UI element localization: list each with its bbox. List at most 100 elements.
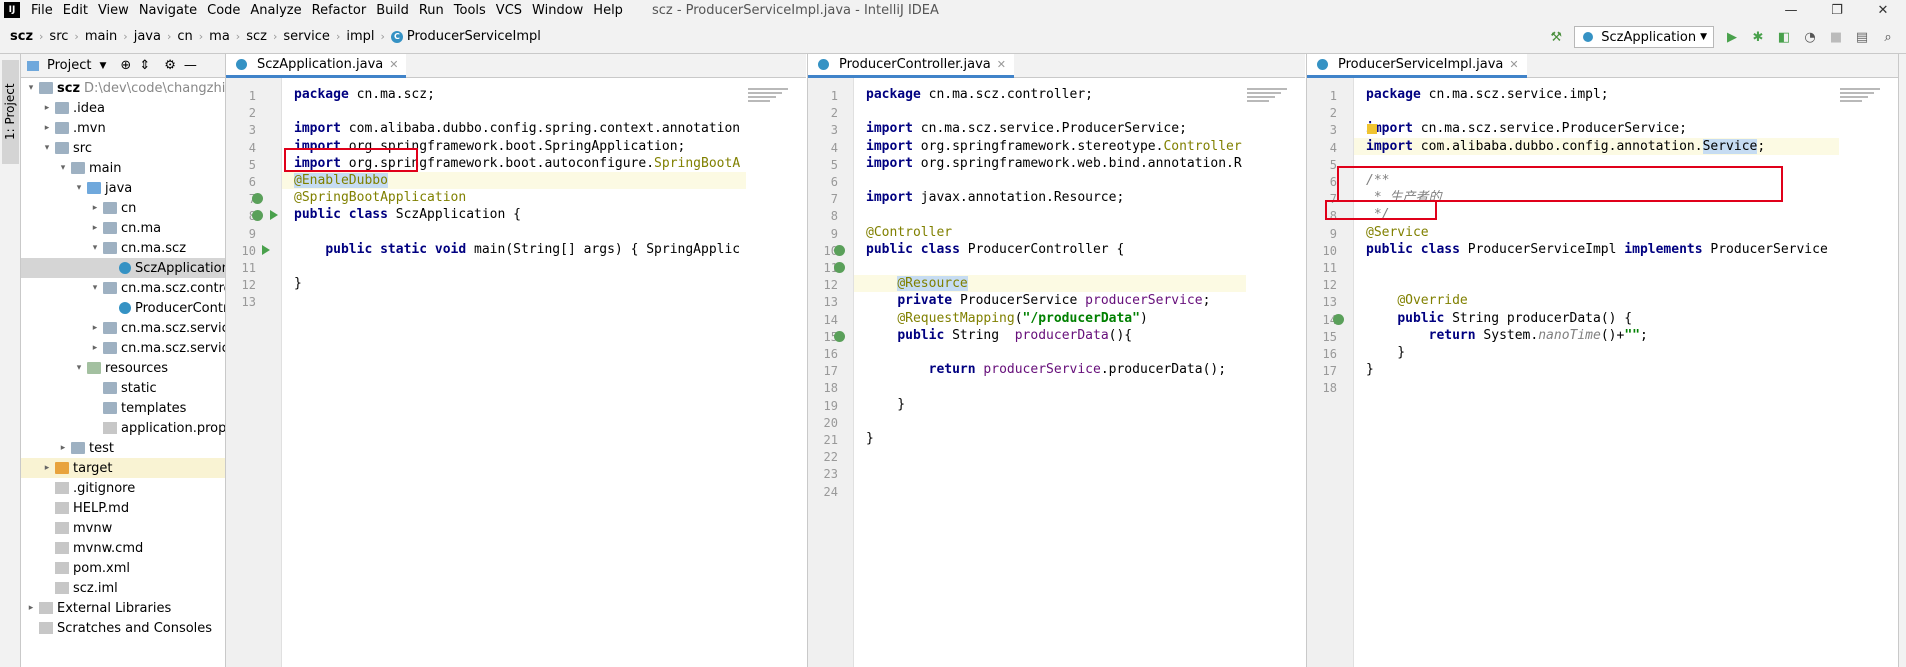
tree-item[interactable]: ▾ resources <box>21 358 225 378</box>
close-icon[interactable]: ✕ <box>389 58 398 71</box>
editor-producercontroller[interactable]: ProducerController.java ✕ 1 package cn.ma.s… <box>807 54 1305 667</box>
chevron-down-icon[interactable]: ▾ <box>73 363 85 373</box>
chevron-right-icon[interactable]: ▸ <box>89 323 101 333</box>
chevron-down-icon[interactable]: ▾ <box>89 283 101 293</box>
tree-item[interactable]: scz.iml <box>21 578 225 598</box>
run-gutter-icon[interactable] <box>262 244 270 255</box>
spring-bean-icon[interactable] <box>834 330 845 342</box>
menu-analyze[interactable]: Analyze <box>245 3 306 18</box>
menu-file[interactable]: File <box>26 3 58 18</box>
tree-item[interactable]: ▾ java <box>21 178 225 198</box>
menu-run[interactable]: Run <box>414 3 449 18</box>
menu-code[interactable]: Code <box>202 3 245 18</box>
project-structure-icon[interactable]: ▤ <box>1854 29 1870 45</box>
tree-item[interactable]: ▸ target <box>21 458 225 478</box>
breadcrumb-item[interactable]: service <box>283 29 330 44</box>
spring-bean-icon[interactable] <box>834 262 845 273</box>
chevron-right-icon[interactable]: ▸ <box>25 603 37 613</box>
tree-item[interactable]: mvnw.cmd <box>21 538 225 558</box>
chevron-down-icon[interactable]: ▾ <box>73 183 85 193</box>
breadcrumb-item[interactable]: ProducerServiceImpl <box>407 29 541 44</box>
editor-tab[interactable]: SczApplication.java ✕ <box>226 54 407 78</box>
stop-icon[interactable]: ■ <box>1828 29 1844 45</box>
tree-item[interactable]: ▸ .idea <box>21 98 225 118</box>
debug-icon[interactable]: ✱ <box>1750 29 1766 45</box>
build-hammer-icon[interactable]: ⚒ <box>1548 29 1564 45</box>
chevron-right-icon[interactable]: ▸ <box>57 443 69 453</box>
editor-tab[interactable]: ProducerController.java ✕ <box>808 54 1014 78</box>
tree-item[interactable]: pom.xml <box>21 558 225 578</box>
tree-item[interactable]: templates <box>21 398 225 418</box>
restore-icon[interactable]: ❐ <box>1814 3 1860 18</box>
breadcrumb-item[interactable]: impl <box>346 29 374 44</box>
hide-icon[interactable]: — <box>184 58 197 73</box>
tree-item[interactable]: ▸ cn.ma.scz.service <box>21 318 225 338</box>
tree-item[interactable]: SczApplication <box>21 258 225 278</box>
breadcrumb-item[interactable]: cn <box>177 29 192 44</box>
intention-bulb-icon[interactable] <box>1367 124 1377 135</box>
menu-build[interactable]: Build <box>371 3 414 18</box>
chevron-right-icon[interactable]: ▸ <box>89 203 101 213</box>
chevron-down-icon[interactable]: ▾ <box>89 243 101 253</box>
menu-tools[interactable]: Tools <box>449 3 491 18</box>
tree-item[interactable]: mvnw <box>21 518 225 538</box>
tree-item[interactable]: ▸ test <box>21 438 225 458</box>
run-configuration-select[interactable]: SczApplication ▼ <box>1574 26 1714 48</box>
tree-item[interactable]: ▸ cn.ma <box>21 218 225 238</box>
tree-item[interactable]: ▾ main <box>21 158 225 178</box>
profile-icon[interactable]: ◔ <box>1802 29 1818 45</box>
tree-item[interactable]: ProducerController <box>21 298 225 318</box>
run-gutter-icon[interactable] <box>270 210 278 221</box>
menu-vcs[interactable]: VCS <box>491 3 527 18</box>
chevron-right-icon[interactable]: ▸ <box>89 343 101 353</box>
run-icon[interactable]: ▶ <box>1724 29 1740 45</box>
tree-item[interactable]: ▸ External Libraries <box>21 598 225 618</box>
menu-edit[interactable]: Edit <box>58 3 93 18</box>
tree-item[interactable]: application.properties <box>21 418 225 438</box>
search-everywhere-icon[interactable]: ⌕ <box>1880 29 1896 45</box>
breadcrumb-item[interactable]: scz <box>246 29 267 44</box>
chevron-right-icon[interactable]: ▸ <box>89 223 101 233</box>
tree-item[interactable]: ▾ cn.ma.scz <box>21 238 225 258</box>
menu-view[interactable]: View <box>93 3 134 18</box>
chevron-down-icon[interactable]: ▾ <box>41 143 53 153</box>
tree-item[interactable]: ▾ cn.ma.scz.controller <box>21 278 225 298</box>
close-icon[interactable]: ✕ <box>997 58 1006 71</box>
tree-item[interactable]: ▸ cn.ma.scz.service.impl <box>21 338 225 358</box>
tree-item[interactable]: ▾ src <box>21 138 225 158</box>
gear-icon[interactable]: ⚙ <box>164 58 176 73</box>
editor-tab[interactable]: ProducerServiceImpl.java ✕ <box>1307 54 1527 78</box>
tree-item[interactable]: .gitignore <box>21 478 225 498</box>
menu-window[interactable]: Window <box>527 3 588 18</box>
tree-item[interactable]: static <box>21 378 225 398</box>
project-panel-title[interactable]: Project <box>47 58 91 73</box>
collapse-icon[interactable]: ⇕ <box>139 58 150 73</box>
spring-bean-icon[interactable] <box>834 244 845 256</box>
tree-item[interactable]: Scratches and Consoles <box>21 618 225 638</box>
breadcrumb-item[interactable]: src <box>49 29 68 44</box>
menu-refactor[interactable]: Refactor <box>307 3 372 18</box>
close-icon[interactable]: ✕ <box>1860 3 1906 18</box>
tree-item[interactable]: ▸ .mvn <box>21 118 225 138</box>
minimize-icon[interactable]: — <box>1768 3 1814 18</box>
project-tool-tab[interactable]: 1: Project <box>2 60 19 164</box>
chevron-down-icon[interactable]: ▾ <box>57 163 69 173</box>
chevron-down-icon[interactable]: ▼ <box>99 61 106 71</box>
breadcrumb-item[interactable]: java <box>134 29 161 44</box>
tree-item[interactable]: ▸ cn <box>21 198 225 218</box>
menu-help[interactable]: Help <box>588 3 628 18</box>
menu-navigate[interactable]: Navigate <box>134 3 202 18</box>
tree-item[interactable]: ▾ scz D:\dev\code\changzhi5\ <box>21 78 225 98</box>
code-area[interactable]: 1 package cn.ma.scz.controller; 2 3 import c… <box>808 78 1305 667</box>
chevron-right-icon[interactable]: ▸ <box>41 463 53 473</box>
locate-icon[interactable]: ⊕ <box>120 58 131 73</box>
coverage-icon[interactable]: ◧ <box>1776 29 1792 45</box>
editor-producerserviceimpl[interactable]: ProducerServiceImpl.java ✕ 1 package cn.ma.… <box>1306 54 1898 667</box>
implementation-icon[interactable] <box>1333 313 1344 325</box>
close-icon[interactable]: ✕ <box>1509 58 1518 71</box>
editor-sczapplication[interactable]: SczApplication.java ✕ 1 package cn.ma.scz; 2… <box>226 54 806 667</box>
breadcrumb-item[interactable]: scz <box>10 29 33 44</box>
chevron-right-icon[interactable]: ▸ <box>41 123 53 133</box>
breadcrumb-item[interactable]: main <box>85 29 117 44</box>
tree-item[interactable]: HELP.md <box>21 498 225 518</box>
